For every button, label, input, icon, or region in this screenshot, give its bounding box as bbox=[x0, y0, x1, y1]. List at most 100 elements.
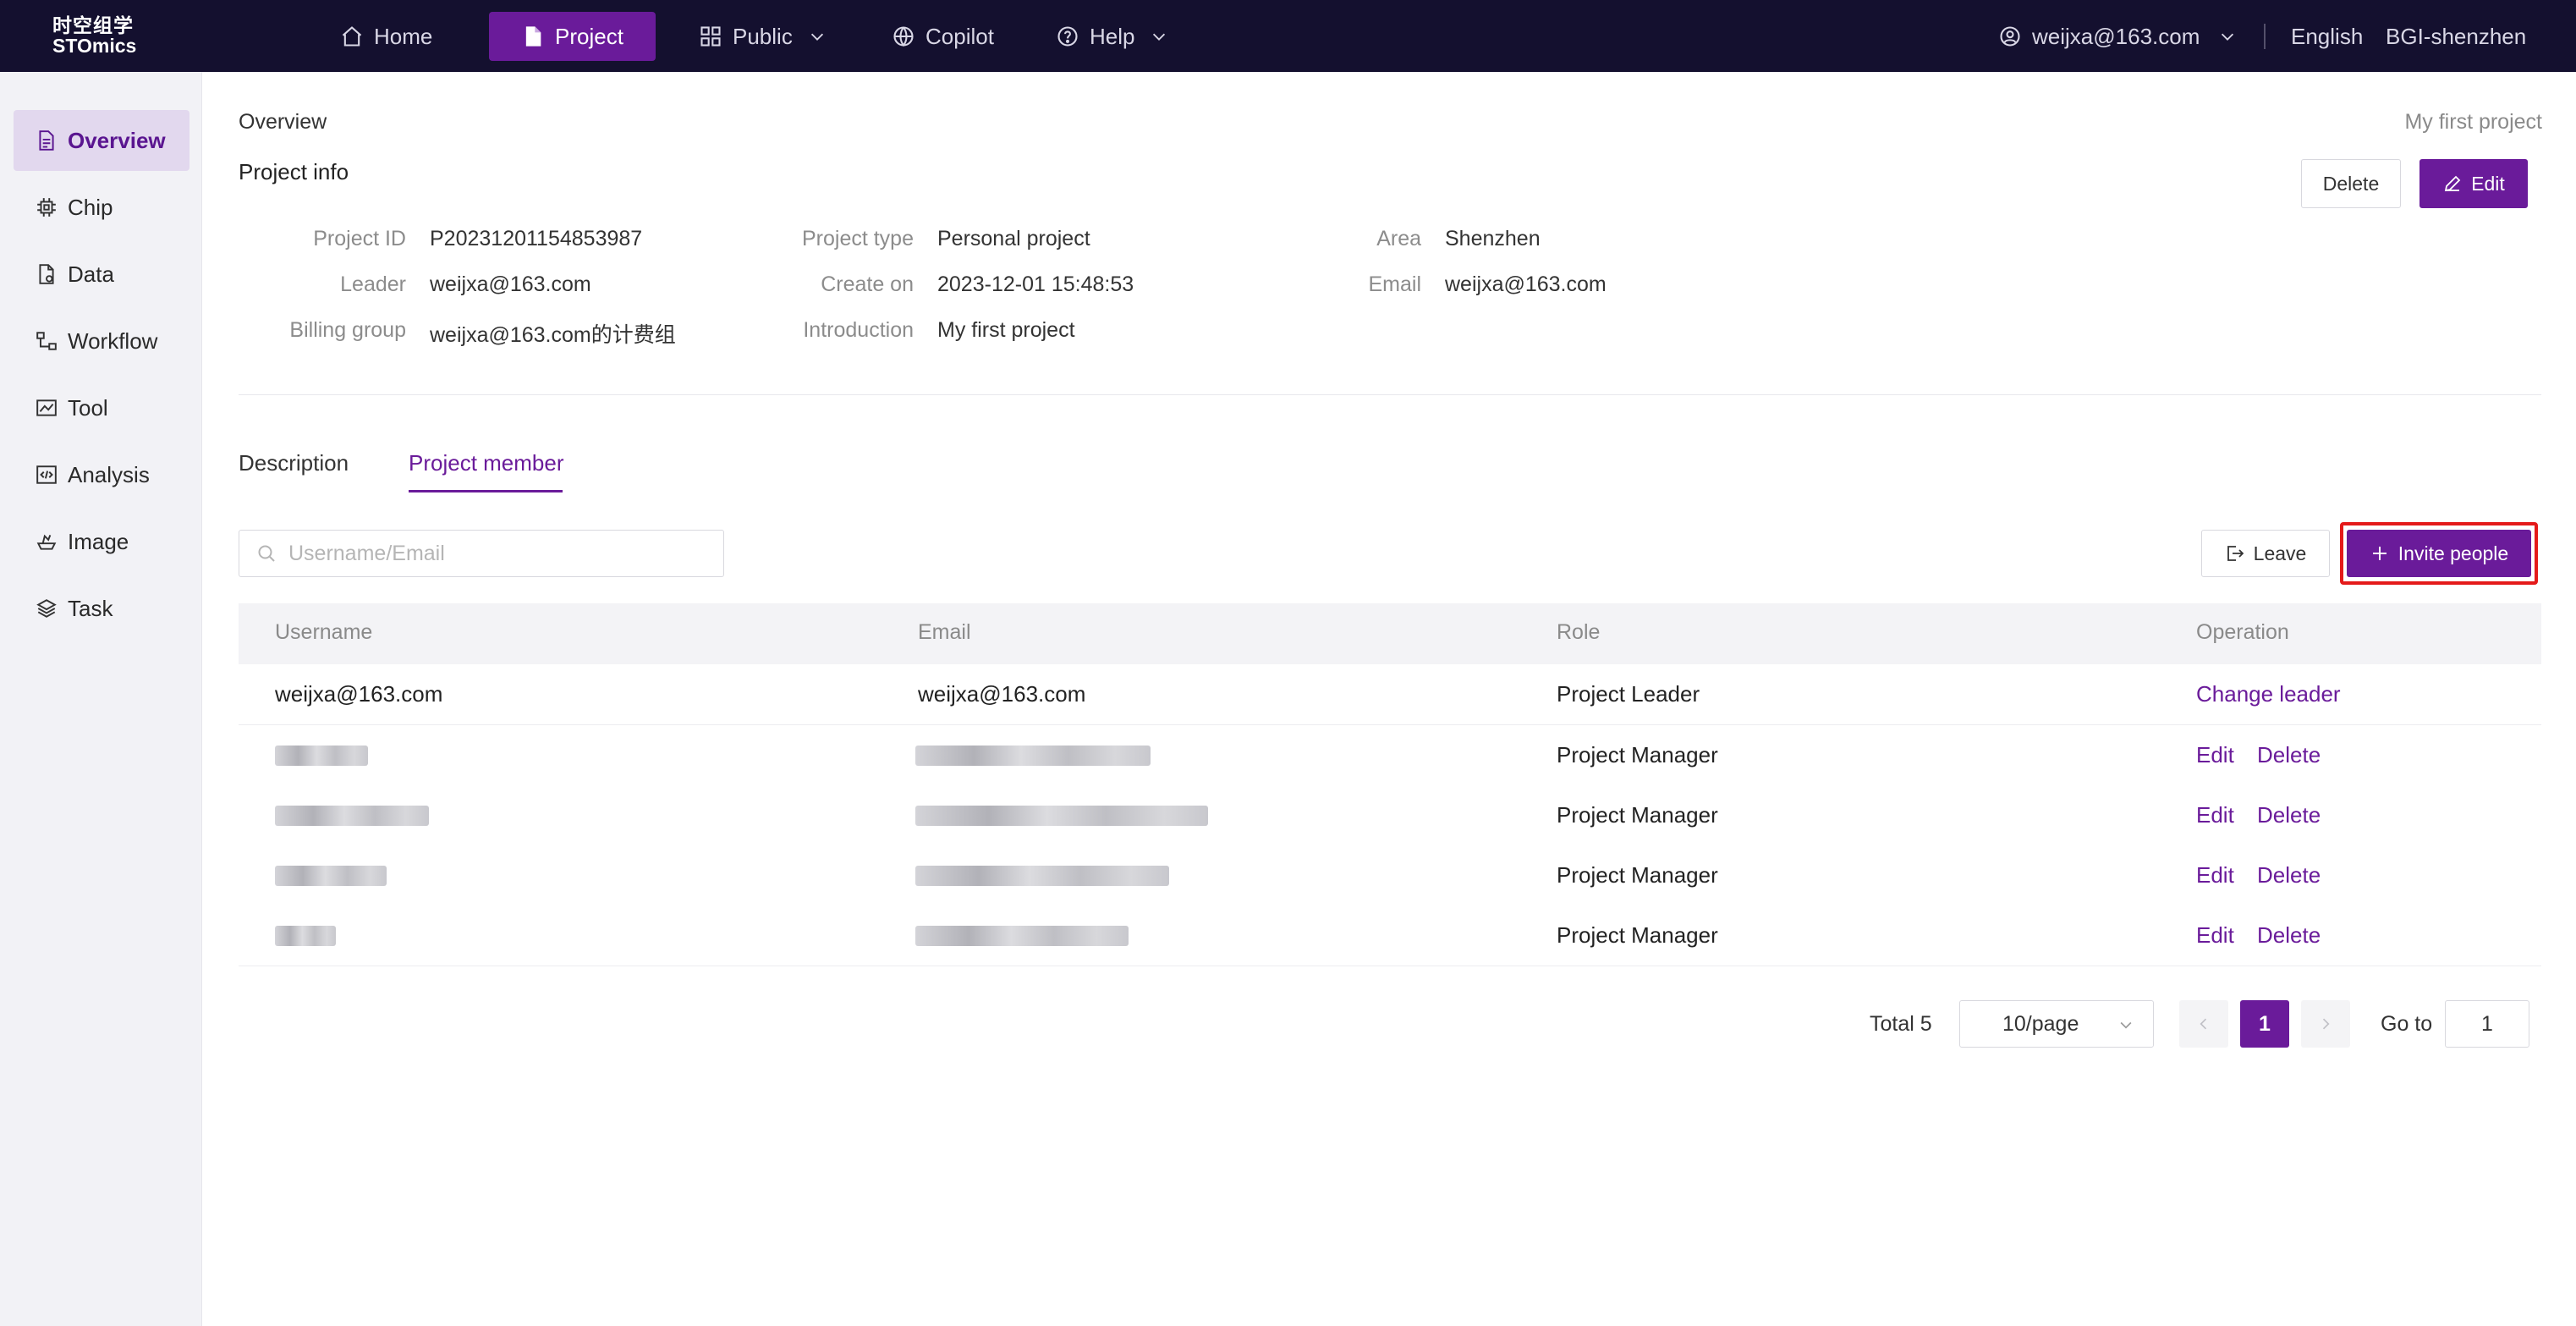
page-number-current[interactable]: 1 bbox=[2240, 1000, 2289, 1048]
tool-icon bbox=[36, 399, 57, 416]
redacted-email bbox=[915, 926, 1129, 946]
chevron-down-icon bbox=[810, 33, 823, 41]
info-label-project-type: Project type bbox=[801, 227, 914, 250]
cell-role: Project Manager bbox=[1557, 802, 1718, 828]
redacted-username bbox=[275, 806, 429, 826]
nav-home-label: Home bbox=[374, 23, 433, 49]
nav-public-label: Public bbox=[733, 23, 793, 49]
column-header-username: Username bbox=[275, 620, 373, 644]
cell-role: Project Leader bbox=[1557, 681, 1700, 707]
page-size-value: 10/page bbox=[2002, 1011, 2079, 1036]
leave-project-button[interactable]: Leave bbox=[2201, 530, 2330, 577]
info-value-email: weijxa@163.com bbox=[1445, 272, 1607, 296]
nav-public[interactable]: Public bbox=[699, 12, 837, 61]
sidebar-item-label: Task bbox=[68, 595, 113, 621]
pencil-icon bbox=[2445, 175, 2461, 192]
region-switch[interactable]: BGI-shenzhen bbox=[2386, 12, 2526, 61]
table-row: weijxa@163.com weijxa@163.com Project Le… bbox=[239, 664, 2541, 725]
previous-page-button[interactable] bbox=[2179, 1000, 2228, 1048]
goto-label: Go to bbox=[2381, 1012, 2433, 1036]
sidebar-item-workflow[interactable]: Workflow bbox=[14, 311, 189, 371]
breadcrumb: Overview bbox=[239, 110, 327, 134]
redacted-username bbox=[275, 926, 336, 946]
sidebar-item-label: Image bbox=[68, 528, 129, 554]
next-page-button[interactable] bbox=[2301, 1000, 2350, 1048]
tab-description[interactable]: Description bbox=[239, 450, 349, 476]
delete-member-link[interactable]: Delete bbox=[2257, 742, 2321, 768]
table-row: Project Manager Edit Delete bbox=[239, 785, 2541, 846]
search-icon bbox=[258, 545, 275, 562]
cell-username: weijxa@163.com bbox=[275, 681, 443, 707]
delete-member-link[interactable]: Delete bbox=[2257, 802, 2321, 828]
top-navigation-bar: 时空组学 STOmics Home Project Public Copilot… bbox=[0, 0, 2576, 72]
tab-project-member[interactable]: Project member bbox=[409, 450, 564, 476]
edit-project-button[interactable]: Edit bbox=[2419, 159, 2528, 208]
sidebar-item-analysis[interactable]: Analysis bbox=[14, 444, 189, 505]
member-search-box bbox=[239, 530, 724, 577]
stomics-logo[interactable]: 时空组学 STOmics bbox=[52, 15, 136, 56]
sidebar-item-data[interactable]: Data bbox=[14, 244, 189, 305]
leave-button-label: Leave bbox=[2253, 542, 2307, 564]
chevron-left-icon bbox=[2200, 1018, 2207, 1030]
document-icon bbox=[525, 26, 541, 47]
sidebar-item-tool[interactable]: Tool bbox=[14, 377, 189, 438]
info-value-leader: weijxa@163.com bbox=[430, 272, 591, 296]
sidebar-item-label: Overview bbox=[68, 127, 166, 153]
nav-project[interactable]: Project bbox=[489, 12, 656, 61]
info-label-create-on: Create on bbox=[821, 272, 914, 296]
sidebar-item-overview[interactable]: Overview bbox=[14, 110, 189, 171]
header-divider bbox=[2264, 24, 2266, 49]
edit-member-link[interactable]: Edit bbox=[2196, 862, 2234, 889]
layers-icon bbox=[36, 599, 57, 618]
info-value-project-type: Personal project bbox=[937, 227, 1090, 250]
sidebar-item-task[interactable]: Task bbox=[14, 578, 189, 639]
active-tab-indicator bbox=[409, 490, 563, 492]
goto-page-input[interactable] bbox=[2445, 1000, 2529, 1048]
nav-copilot-label: Copilot bbox=[925, 23, 994, 49]
chevron-down-icon bbox=[2222, 33, 2234, 41]
page-size-select[interactable]: 10/page bbox=[1959, 1000, 2154, 1048]
table-row: Project Manager Edit Delete bbox=[239, 725, 2541, 786]
change-leader-link[interactable]: Change leader bbox=[2196, 681, 2341, 707]
home-icon bbox=[342, 26, 362, 47]
region-label: BGI-shenzhen bbox=[2386, 23, 2527, 49]
members-table-header: Username Email Role Operation bbox=[239, 603, 2541, 664]
user-menu[interactable]: weijxa@163.com bbox=[1998, 12, 2237, 61]
table-row: Project Manager Edit Delete bbox=[239, 845, 2541, 906]
nav-home[interactable]: Home bbox=[340, 12, 432, 61]
sidebar-item-label: Tool bbox=[68, 394, 108, 421]
info-label-billing-group: Billing group bbox=[289, 318, 406, 342]
info-label-area: Area bbox=[1376, 227, 1421, 250]
edit-member-link[interactable]: Edit bbox=[2196, 922, 2234, 949]
cell-role: Project Manager bbox=[1557, 742, 1718, 768]
delete-project-button[interactable]: Delete bbox=[2301, 159, 2401, 208]
nav-help[interactable]: Help bbox=[1056, 12, 1178, 61]
user-email: weijxa@163.com bbox=[2032, 23, 2200, 49]
table-row: Project Manager Edit Delete bbox=[239, 905, 2541, 966]
chevron-down-icon bbox=[1153, 33, 1166, 41]
code-icon bbox=[36, 465, 57, 484]
edit-member-link[interactable]: Edit bbox=[2196, 742, 2234, 768]
sidebar-item-label: Analysis bbox=[68, 461, 150, 487]
member-search-input[interactable] bbox=[287, 540, 696, 567]
globe-icon bbox=[893, 26, 914, 47]
sidebar: Overview Chip Data Workflow Tool Analysi… bbox=[0, 72, 202, 1326]
delete-member-link[interactable]: Delete bbox=[2257, 862, 2321, 889]
delete-member-link[interactable]: Delete bbox=[2257, 922, 2321, 949]
info-value-project-id: P20231201154853987 bbox=[430, 227, 643, 250]
nav-copilot[interactable]: Copilot bbox=[892, 12, 994, 61]
edit-button-label: Edit bbox=[2471, 172, 2505, 195]
chevron-down-icon bbox=[2120, 1021, 2132, 1029]
redacted-username bbox=[275, 866, 387, 886]
language-switch[interactable]: English bbox=[2291, 12, 2363, 61]
sidebar-item-image[interactable]: Image bbox=[14, 511, 189, 572]
redacted-email bbox=[915, 746, 1151, 766]
sidebar-item-chip[interactable]: Chip bbox=[14, 177, 189, 238]
cell-role: Project Manager bbox=[1557, 862, 1718, 888]
delete-button-label: Delete bbox=[2322, 172, 2380, 195]
edit-member-link[interactable]: Edit bbox=[2196, 802, 2234, 828]
image-icon bbox=[36, 534, 57, 550]
grid-icon bbox=[700, 26, 721, 47]
redacted-email bbox=[915, 806, 1208, 826]
logo-text-en: STOmics bbox=[52, 35, 137, 57]
